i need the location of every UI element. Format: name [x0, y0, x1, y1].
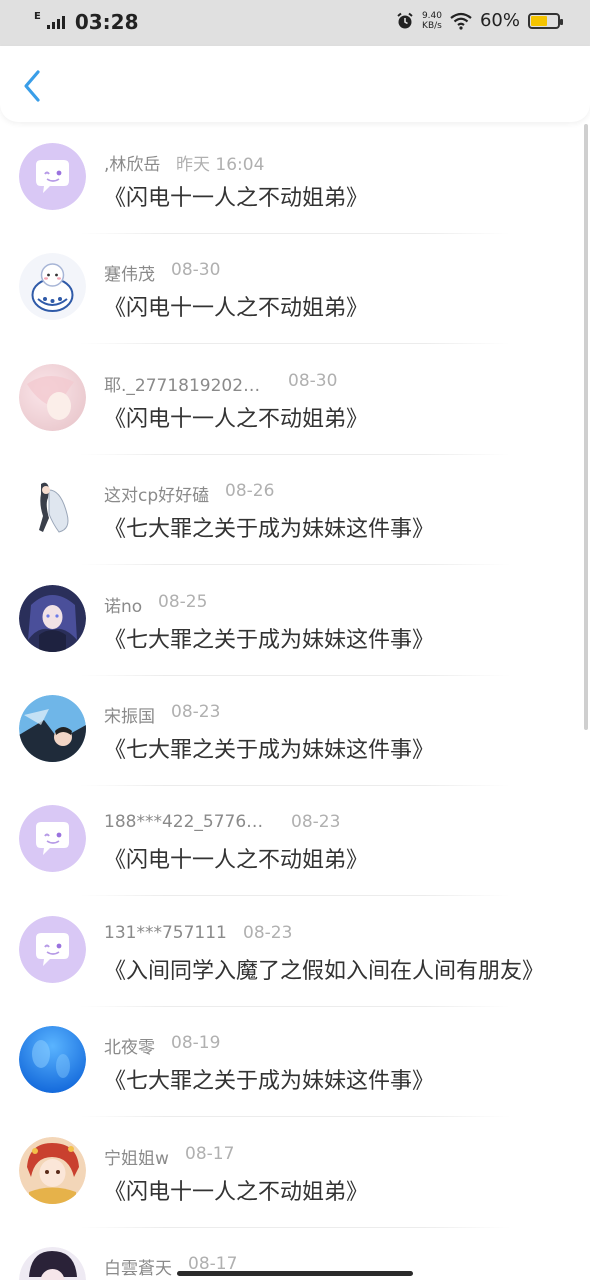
speed-value: 9.40 — [421, 10, 442, 21]
timestamp: 08-17 — [185, 1143, 235, 1164]
status-bar: E 03:28 9.40 KB/s 60% — [0, 0, 590, 46]
status-left: E 03:28 — [34, 10, 139, 34]
timestamp: 08-30 — [171, 260, 221, 281]
top-nav-bar — [0, 46, 590, 122]
message-text: 《闪电十一人之不动姐弟》 — [104, 296, 369, 322]
scrollbar[interactable] — [584, 124, 588, 730]
conversation-list: ,林欣岳 昨天 16:04 《闪电十一人之不动姐弟》 蹇伟茂 08-30 《闪电十一人之不… — [0, 124, 590, 1280]
user-name: ,林欣岳 — [104, 155, 161, 175]
network-type: E — [34, 10, 41, 22]
avatar[interactable] — [19, 584, 86, 652]
chevron-left-icon — [24, 70, 40, 102]
speed-unit: KB/s — [422, 20, 442, 31]
message-text: 《七大罪之关于成为妹妹这件事》 — [104, 517, 435, 543]
status-right: 9.40 KB/s 60% — [396, 10, 563, 31]
user-name: 耶._2771819202… — [104, 375, 261, 396]
list-item[interactable]: 131***757111 08-23 《入间同学入魔了之假如入间在人间有朋友》 — [0, 897, 590, 1007]
message-text: 《闪电十一人之不动姐弟》 — [104, 406, 369, 432]
network-speed: 9.40 KB/s — [422, 11, 442, 31]
timestamp: 08-26 — [225, 481, 275, 502]
wifi-icon — [450, 12, 472, 30]
list-item[interactable]: 诺no 08-25 《七大罪之关于成为妹妹这件事》 — [0, 566, 590, 676]
user-name: 北夜零 — [104, 1038, 155, 1059]
timestamp: 08-19 — [171, 1033, 221, 1054]
timestamp: 08-23 — [291, 812, 341, 833]
message-text: 《入间同学入魔了之假如入间在人间有朋友》 — [104, 958, 545, 984]
list-item[interactable]: 188***422_5776… 08-23 《闪电十一人之不动姐弟》 — [0, 786, 590, 897]
timestamp: 08-30 — [288, 370, 338, 391]
timestamp: 昨天 16:04 — [176, 155, 265, 175]
avatar[interactable] — [19, 915, 86, 983]
message-text: 《闪电十一人之不动姐弟》 — [104, 848, 369, 874]
timestamp: 08-25 — [158, 591, 208, 612]
user-name: 宁姐姐w — [104, 1148, 169, 1169]
alarm-icon — [397, 12, 413, 28]
timestamp: 08-23 — [243, 922, 293, 943]
battery-icon — [528, 12, 563, 29]
message-text: 《七大罪之关于成为妹妹这件事》 — [104, 627, 435, 653]
battery-percent: 60% — [479, 10, 520, 31]
list-item[interactable]: 北夜零 08-19 《七大罪之关于成为妹妹这件事》 — [0, 1007, 590, 1118]
avatar[interactable] — [19, 474, 86, 542]
avatar[interactable] — [19, 363, 86, 431]
message-text: 《闪电十一人之不动姐弟》 — [104, 186, 369, 211]
list-item[interactable]: 宁姐姐w 08-17 《闪电十一人之不动姐弟》 — [0, 1118, 590, 1228]
avatar[interactable] — [19, 1136, 86, 1204]
user-name: 188***422_5776… — [104, 812, 264, 833]
message-text: 《闪电十一人之不动姐弟》 — [104, 1179, 369, 1205]
list-item[interactable]: 耶._2771819202… 08-30 《闪电十一人之不动姐弟》 — [0, 345, 590, 455]
user-name: 白雲蒼天 — [104, 1259, 172, 1279]
avatar[interactable] — [19, 143, 86, 210]
battery-level — [531, 15, 547, 26]
avatar[interactable] — [19, 1026, 86, 1094]
list-item[interactable]: 这对cp好好磕 08-26 《七大罪之关于成为妹妹这件事》 — [0, 455, 590, 566]
home-indicator[interactable] — [177, 1271, 413, 1276]
list-item[interactable]: ,林欣岳 昨天 16:04 《闪电十一人之不动姐弟》 — [0, 124, 590, 234]
avatar[interactable] — [19, 695, 86, 762]
timestamp: 08-23 — [171, 702, 221, 722]
avatar[interactable] — [19, 805, 86, 873]
message-text: 《七大罪之关于成为妹妹这件事》 — [104, 1069, 435, 1095]
list-item[interactable]: 宋振国 08-23 《七大罪之关于成为妹妹这件事》 — [0, 676, 590, 786]
user-name: 蹇伟茂 — [104, 265, 155, 286]
user-name: 131***757111 — [104, 922, 227, 943]
back-button[interactable] — [18, 68, 48, 104]
user-name: 宋振国 — [104, 707, 155, 727]
user-name: 诺no — [104, 596, 143, 617]
status-time: 03:28 — [74, 10, 139, 34]
list-item[interactable]: 蹇伟茂 08-30 《闪电十一人之不动姐弟》 — [0, 234, 590, 345]
avatar[interactable] — [19, 1247, 86, 1280]
user-name: 这对cp好好磕 — [104, 486, 210, 507]
avatar[interactable] — [19, 253, 86, 321]
message-text: 《七大罪之关于成为妹妹这件事》 — [104, 738, 435, 763]
signal-icon — [46, 15, 65, 29]
